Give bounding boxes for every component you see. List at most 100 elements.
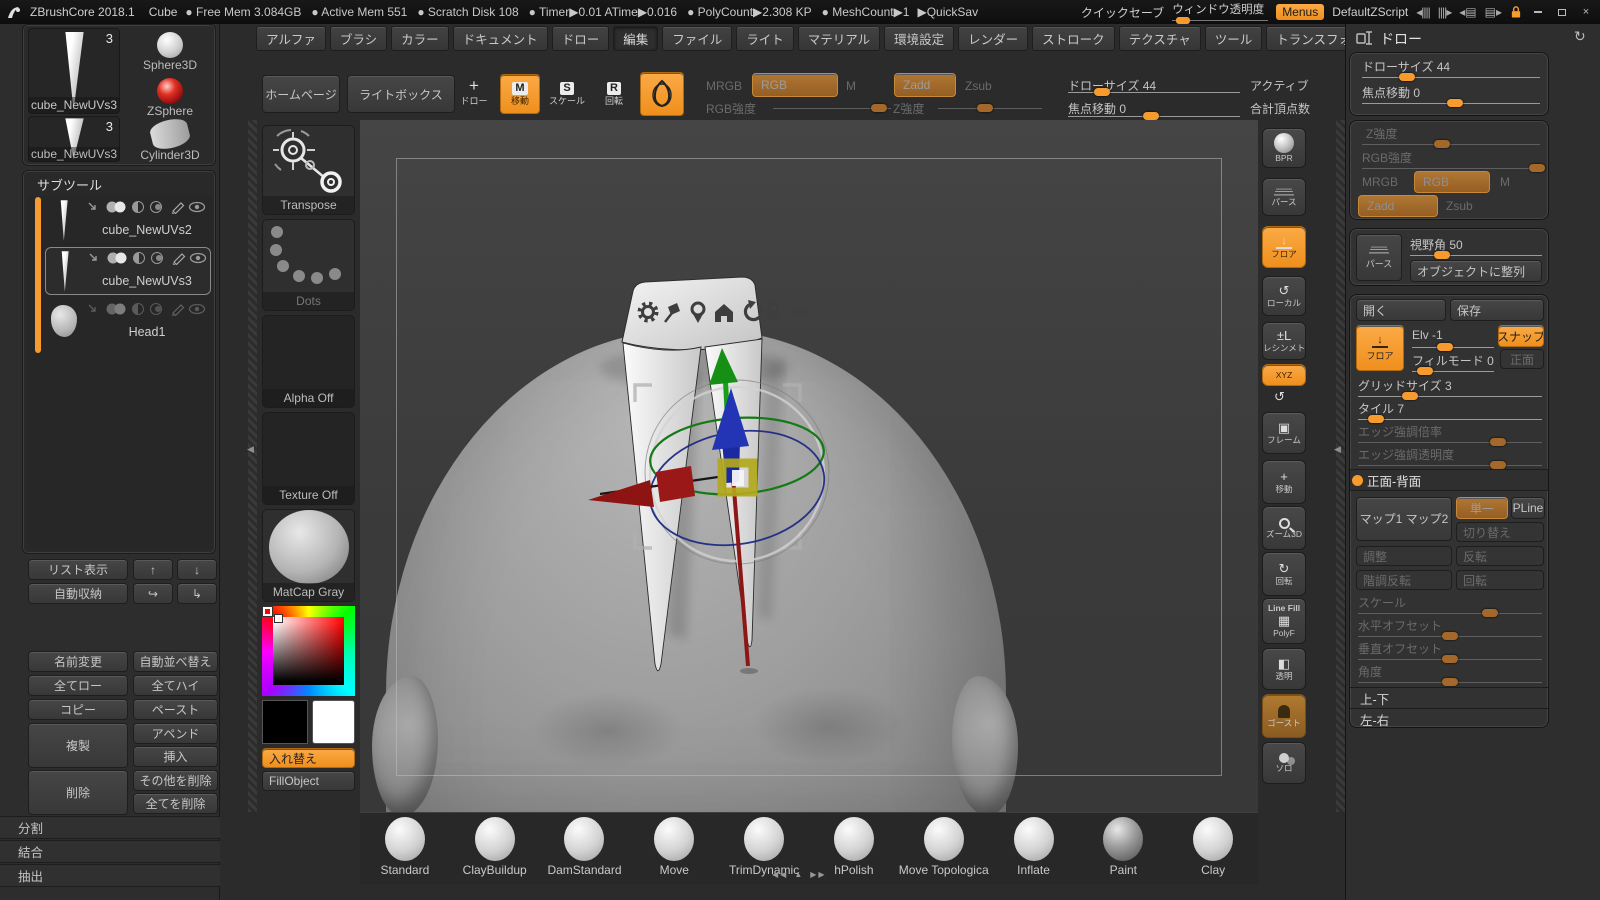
close-button[interactable]: ×	[1578, 5, 1594, 19]
menu-レンダー[interactable]: レンダー	[958, 26, 1028, 51]
refresh-icon[interactable]: ↻	[1574, 28, 1586, 45]
shelf-ghost-button[interactable]: ゴースト	[1262, 694, 1306, 738]
brush-inflate[interactable]: Inflate	[989, 817, 1079, 877]
left-splitter-chevron-icon[interactable]: ◀	[247, 444, 254, 455]
zadd-toggle[interactable]: Zadd	[894, 73, 956, 97]
insert-button[interactable]: 挿入	[133, 746, 218, 767]
align-to-object-button[interactable]: オブジェクトに整列	[1410, 260, 1542, 282]
shelf-spin-button[interactable]: ↺	[1274, 390, 1285, 408]
color-picker[interactable]	[262, 606, 355, 696]
transpose-gizmo[interactable]	[588, 348, 833, 674]
mrgb-toggle[interactable]: MRGB	[706, 79, 742, 93]
rp-focal-slider[interactable]	[1362, 97, 1540, 109]
m-toggle[interactable]: M	[846, 79, 856, 93]
shelf-xyz-button[interactable]: XYZ	[1262, 364, 1306, 386]
rp-zsub-toggle[interactable]: Zsub	[1446, 199, 1473, 213]
move-mode-button[interactable]: M 移動	[500, 74, 540, 114]
redo-arrow-button[interactable]: ↪	[133, 583, 173, 604]
rotate-map-button[interactable]: 回転	[1456, 570, 1544, 590]
grad-invert-button[interactable]: 階調反転	[1356, 570, 1452, 590]
current-tool-thumb[interactable]: 3 cube_NewUVs3	[28, 28, 120, 114]
shelf-floor-button[interactable]: ↓フロア	[1262, 226, 1306, 268]
shelf-scroll-controls[interactable]: ◀◀ ▲ ▶▶	[772, 870, 827, 879]
subtool-row-Head1[interactable]: Head1	[45, 299, 211, 347]
brush-damstandard[interactable]: DamStandard	[540, 817, 630, 877]
right-splitter[interactable]	[1336, 120, 1345, 812]
transpose-picker[interactable]: Transpose	[262, 125, 355, 215]
shelf-solo-button[interactable]: ソロ	[1262, 742, 1306, 784]
front-back-toggle[interactable]: 正面-背面	[1350, 469, 1548, 491]
shelf-move-button[interactable]: +移動	[1262, 460, 1306, 504]
extract-section[interactable]: 抽出	[0, 864, 220, 887]
branch-arrow-button[interactable]: ↳	[177, 583, 217, 604]
floor-button[interactable]: ↓ フロア	[1356, 325, 1404, 371]
draw-pointer-button[interactable]: + ドロー	[456, 76, 492, 116]
maps-button[interactable]: マップ1 マップ2	[1356, 497, 1452, 541]
lightbox-button[interactable]: ライトボックス	[347, 75, 455, 113]
switch-color-button[interactable]: 入れ替え	[262, 748, 355, 768]
shelf-polyf-button[interactable]: Line Fill▦PolyF	[1262, 598, 1306, 644]
rgb-toggle[interactable]: RGB	[752, 73, 838, 97]
auto-reorder-button[interactable]: 自動並べ替え	[133, 651, 218, 672]
homepage-button[interactable]: ホームページ	[262, 75, 340, 113]
snap-button[interactable]: スナップ	[1498, 325, 1544, 347]
delete-all-button[interactable]: 全てを削除	[133, 793, 218, 814]
minimize-button[interactable]	[1530, 5, 1546, 19]
auto-collapse-button[interactable]: 自動収納	[28, 583, 128, 604]
open-button[interactable]: 開く	[1356, 299, 1446, 321]
menus-button[interactable]: Menus	[1276, 4, 1324, 20]
shelf-rotate-button[interactable]: ↻回転	[1262, 552, 1306, 596]
menu-編集[interactable]: 編集	[613, 26, 658, 51]
lock-icon[interactable]	[1510, 5, 1522, 19]
rp-zadd-toggle[interactable]: Zadd	[1358, 195, 1438, 217]
rp-mrgb-toggle[interactable]: MRGB	[1362, 175, 1398, 189]
copy-button[interactable]: コピー	[28, 699, 128, 720]
subtool-row-icons[interactable]	[85, 302, 207, 321]
switch-button[interactable]: 切り替え	[1456, 522, 1544, 542]
append-button[interactable]: アペンド	[133, 723, 218, 744]
tool-item-ZSphere[interactable]: ZSphere	[128, 74, 212, 118]
secondary-color-swatch[interactable]	[262, 700, 308, 744]
front-button[interactable]: 正面	[1500, 349, 1544, 369]
perspective-button[interactable]: パース	[1356, 234, 1402, 281]
shelf-persp-button[interactable]: パース	[1262, 178, 1306, 216]
pline-button[interactable]: PLine	[1511, 497, 1545, 519]
brush-standard[interactable]: Standard	[360, 817, 450, 877]
all-high-button[interactable]: 全てハイ	[133, 675, 218, 696]
next-ui-icon[interactable]: ▤▸	[1485, 5, 1502, 19]
tool-item-cube_NewUVs3[interactable]: 3cube_NewUVs3	[28, 116, 120, 162]
brush-move[interactable]: Move	[629, 817, 719, 877]
menu-ライト[interactable]: ライト	[736, 26, 794, 51]
scroll-up-icon[interactable]: ▲	[794, 870, 804, 879]
primary-color-swatch[interactable]	[312, 700, 355, 744]
color-sv-square[interactable]	[273, 617, 344, 685]
subtool-row-cube_NewUVs3[interactable]: cube_NewUVs3	[45, 247, 211, 295]
shelf-frame-button[interactable]: ▣フレーム	[1262, 412, 1306, 454]
menu-ファイル[interactable]: ファイル	[662, 26, 732, 51]
shelf-zoom3d-button[interactable]: ズーム3D	[1262, 506, 1306, 550]
window-opacity-control[interactable]: ウィンドウ透明度	[1172, 1, 1268, 24]
list-view-button[interactable]: リスト表示	[28, 559, 128, 580]
shelf-lsym-button[interactable]: ±Lレシンメトリ	[1262, 322, 1306, 360]
rgb-intensity-slider[interactable]	[773, 102, 891, 114]
fill-mode-slider[interactable]	[1412, 365, 1494, 377]
rotate-mode-button[interactable]: R 回転	[594, 74, 634, 114]
shelf-local-button[interactable]: ↺ローカル	[1262, 276, 1306, 316]
texture-picker[interactable]: Texture Off	[262, 412, 355, 505]
toggle-icon[interactable]	[788, 308, 809, 316]
zsub-toggle[interactable]: Zsub	[965, 79, 992, 93]
scroll-right-icon[interactable]: ▶▶	[810, 870, 826, 879]
menu-カラー[interactable]: カラー	[391, 26, 449, 51]
window-opacity-slider[interactable]	[1172, 17, 1268, 24]
tool-item-Cylinder3D[interactable]: Cylinder3D	[128, 116, 212, 162]
brush-stroke-button[interactable]	[640, 72, 684, 116]
prev-ui-icon[interactable]: ◂▤	[1459, 5, 1476, 19]
menu-マテリアル[interactable]: マテリアル	[798, 26, 880, 51]
gizmo-red-handle[interactable]	[656, 466, 695, 502]
menu-ツール[interactable]: ツール	[1205, 26, 1263, 51]
duplicate-button[interactable]: 複製	[28, 723, 128, 768]
left-splitter[interactable]	[248, 120, 257, 812]
brush-trimdynamic[interactable]: TrimDynamic	[719, 817, 809, 877]
left-right-button[interactable]: 左-右	[1350, 708, 1548, 729]
fillobject-button[interactable]: FillObject	[262, 771, 355, 791]
